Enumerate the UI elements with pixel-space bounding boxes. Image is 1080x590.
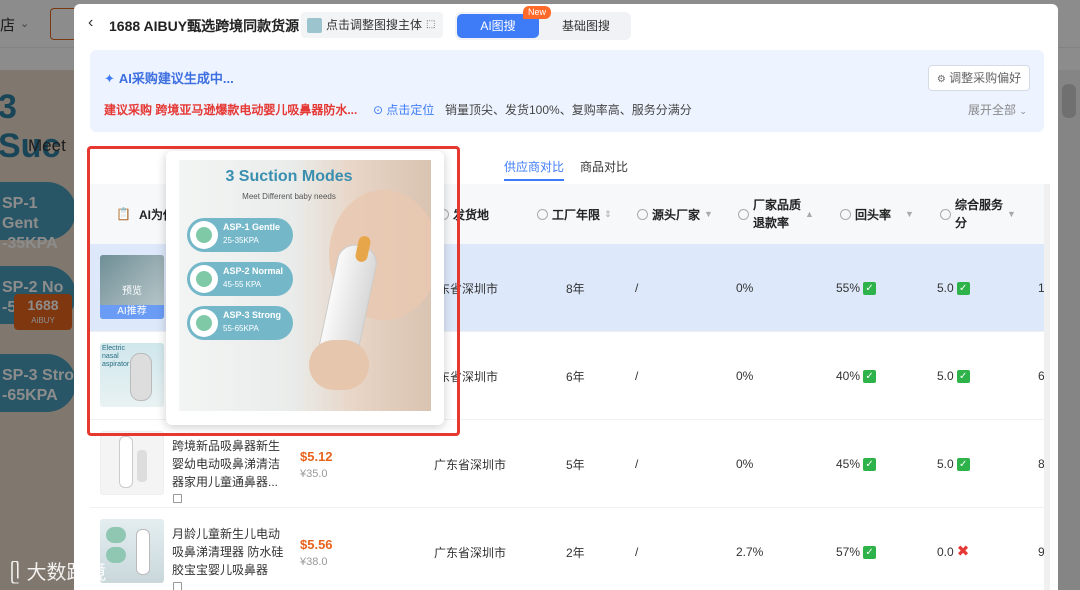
check-icon: ✓: [956, 369, 970, 383]
cell-source-factory: /: [635, 457, 639, 471]
cell-factory-years: 2年: [566, 545, 585, 560]
subject-thumbnail-icon: [307, 17, 322, 33]
cell-source-factory: /: [635, 545, 639, 559]
watermark: ᥫ 大数跨境: [10, 560, 107, 584]
price-cny: ¥35.0: [300, 467, 328, 480]
cell-factory-years: 5年: [566, 457, 585, 472]
table-row[interactable]: 月龄儿童新生儿电动吸鼻涕清理器 防水硅胶宝宝婴儿吸鼻器 $5.56 ¥38.0 …: [90, 508, 1045, 590]
cell-repurchase-rate: 57% ✓: [836, 508, 877, 590]
sparkle-icon: ✦: [104, 71, 115, 86]
cell-factory-years: 8年: [566, 281, 585, 296]
sort-icon[interactable]: ⇕: [604, 209, 612, 220]
check-icon: ✓: [956, 281, 970, 295]
adjust-preference-button[interactable]: ⚙ 调整采购偏好: [928, 65, 1030, 91]
check-icon: ✓: [863, 369, 877, 383]
cell-service-score: 5.0 ✓: [937, 420, 970, 508]
ai-suggestion-panel: ✦ AI采购建议生成中... ⚙ 调整采购偏好 建议采购 跨境亚马逊爆款电动婴儿吸…: [90, 50, 1044, 132]
device-shape: [119, 436, 133, 488]
modal-title: 1688 AIBUY甄选跨境同款货源: [109, 18, 300, 34]
filter-icon[interactable]: ▼: [1007, 209, 1016, 219]
table-scrollbar[interactable]: [1044, 184, 1050, 590]
device-shape: [136, 529, 150, 575]
info-icon: [537, 208, 548, 220]
crop-icon: ⬚: [426, 19, 436, 30]
header-repurchase-rate[interactable]: 回头率 ▼: [840, 184, 914, 244]
price-usd: $5.56: [300, 536, 333, 552]
cell-repurchase-rate: 45% ✓: [836, 420, 877, 508]
ai-generating-label: ✦ AI采购建议生成中...: [104, 71, 234, 86]
filter-icon[interactable]: ▼: [905, 209, 914, 219]
ai-suggestion-text: 建议采购 跨境亚马逊爆款电动婴儿吸鼻器防水...: [104, 103, 358, 117]
ai-suggestion-reasons: 销量顶尖、发货100%、复购率高、服务分满分: [445, 103, 692, 117]
compare-tabs: 供应商对比 商品对比: [504, 158, 628, 181]
header-refund-rate[interactable]: 厂家品质 退款率 ▲: [738, 184, 814, 244]
info-icon: [738, 208, 749, 220]
cell-service-score: 0.0 ✖: [937, 543, 970, 560]
cell-refund-rate: 0%: [736, 281, 754, 295]
price-block: $5.56 ¥38.0: [300, 508, 333, 590]
device-shape: [137, 450, 147, 482]
header-source-factory[interactable]: 源头厂家 ▼: [637, 184, 713, 244]
cell-factory-years: 6年: [566, 369, 585, 384]
tab-product-compare[interactable]: 商品对比: [580, 158, 628, 181]
adjust-subject-button[interactable]: 点击调整图搜主体 ⬚: [301, 12, 444, 38]
cell-ship-from: 广东省深圳市: [434, 545, 507, 560]
header-factory-years[interactable]: 工厂年限 ⇕: [537, 184, 612, 244]
cell-repurchase-rate: 55% ✓: [836, 244, 877, 332]
locate-link[interactable]: ⊙ 点击定位: [373, 101, 434, 118]
chevron-left-icon[interactable]: ‹: [88, 14, 93, 32]
chevron-down-icon: ⌄: [1019, 106, 1027, 116]
expand-all-button[interactable]: 展开全部 ⌄: [968, 101, 1027, 118]
tab-supplier-compare[interactable]: 供应商对比: [504, 158, 565, 181]
highlight-box: [87, 146, 460, 436]
cell-source-factory: /: [635, 369, 639, 383]
check-icon: ✓: [863, 281, 877, 295]
mode-pill-shape: [106, 547, 126, 563]
cell-service-score: 5.0 ✓: [937, 244, 970, 332]
product-thumbnail[interactable]: [100, 431, 164, 495]
product-thumbnail[interactable]: [100, 519, 164, 583]
adjust-subject-label: 点击调整图搜主体: [326, 18, 423, 32]
cell-service-score: 5.0 ✓: [937, 332, 970, 420]
watermark-logo-icon: ᥫ: [10, 560, 21, 584]
price-usd: $5.12: [300, 448, 333, 464]
cell-refund-rate: 0%: [736, 457, 754, 471]
search-mode-switch: AI图搜 New 基础图搜: [455, 6, 631, 40]
cell-repurchase-rate: 40% ✓: [836, 332, 877, 420]
cell-source-factory: /: [635, 281, 639, 295]
mode-pill-shape: [106, 527, 126, 543]
header-service-score[interactable]: 综合服务分 ▼: [940, 184, 1016, 244]
cell-refund-rate: 0%: [736, 369, 754, 383]
sliders-icon: ⚙: [936, 74, 946, 85]
copy-icon[interactable]: [173, 582, 182, 590]
sort-icon[interactable]: ▲: [805, 209, 814, 219]
info-icon: [637, 208, 648, 220]
modal-header: ‹ 1688 AIBUY甄选跨境同款货源 点击调整图搜主体 ⬚ AI图搜 New…: [74, 4, 1058, 48]
target-icon: ⊙: [373, 103, 384, 117]
info-icon: [940, 208, 951, 220]
check-icon: ✓: [863, 457, 877, 471]
filter-icon[interactable]: ▼: [704, 209, 713, 219]
info-icon: [840, 208, 851, 220]
cross-icon: ✖: [956, 543, 970, 560]
product-name[interactable]: 月龄儿童新生儿电动吸鼻涕清理器 防水硅胶宝宝婴儿吸鼻器: [172, 508, 284, 590]
tab-basic-image-search[interactable]: 基础图搜: [545, 14, 627, 38]
copy-icon[interactable]: [173, 494, 182, 503]
check-icon: ✓: [863, 545, 877, 559]
cell-refund-rate: 2.7%: [736, 545, 764, 559]
price-cny: ¥38.0: [300, 555, 328, 568]
check-icon: ✓: [956, 457, 970, 471]
